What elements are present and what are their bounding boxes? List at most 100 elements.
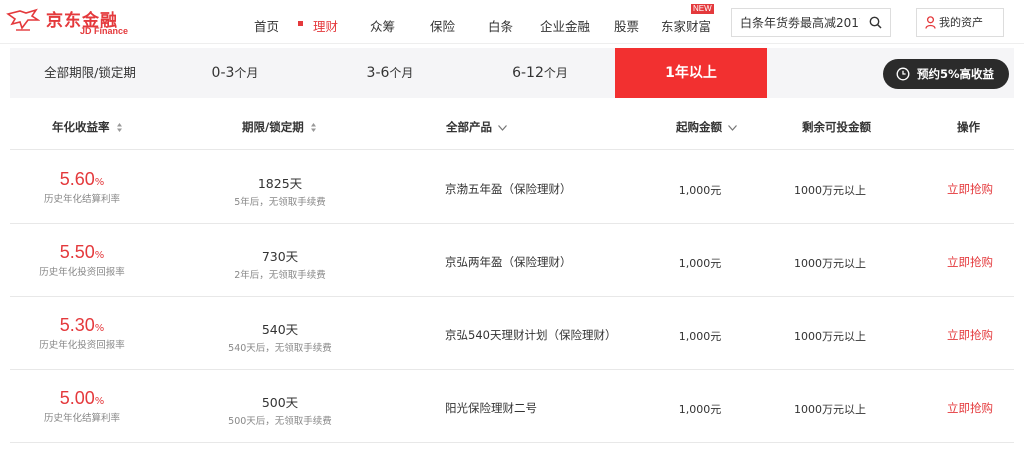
search-input[interactable]: [732, 9, 860, 36]
remaining-amount: 1000万元以上: [794, 184, 866, 197]
chevron-down-icon: [728, 124, 737, 131]
tab-label: 0-3: [211, 65, 235, 81]
remaining-amount: 1000万元以上: [794, 257, 866, 270]
table-row: 5.00% 历史年化结算利率 500天 500天后，无领取手续费 阳光保险理财二…: [10, 370, 1014, 443]
rate-unit: %: [94, 396, 105, 407]
user-icon: [925, 16, 936, 29]
my-assets-button[interactable]: 我的资产: [916, 8, 1004, 37]
buy-now-button[interactable]: 立即抢购: [935, 181, 1005, 197]
rate-cell: 5.60% 历史年化结算利率: [30, 169, 134, 205]
header-min-label: 起购金额: [676, 120, 722, 134]
table-row: 5.30% 历史年化投资回报率 540天 540天后，无领取手续费 京弘540天…: [10, 297, 1014, 370]
term-note: 540天后，无领取手续费: [228, 343, 332, 354]
my-assets-label: 我的资产: [939, 16, 983, 29]
rate-value: 5.50: [59, 242, 95, 262]
rate-cell: 5.30% 历史年化投资回报率: [30, 315, 134, 351]
nav-dongjia-label: 东家财富: [661, 19, 712, 34]
header-product-label: 全部产品: [446, 120, 492, 134]
sort-icon: [310, 123, 316, 132]
logo-subtext: JD Finance: [80, 26, 129, 36]
tab-unit: 个月: [543, 66, 568, 80]
nav-enterprise[interactable]: 企业金融: [540, 16, 590, 35]
rate-value: 5.30: [59, 315, 95, 335]
reserve-label: 预约5%高收益: [917, 67, 995, 81]
reserve-high-yield-button[interactable]: 预约5%高收益: [883, 59, 1009, 89]
chevron-down-icon: [498, 124, 507, 131]
header-product[interactable]: 全部产品: [446, 119, 507, 135]
term-filter-bar: 全部期限/锁定期 0-3个月 3-6个月 6-12个月 1年以上: [10, 48, 1014, 98]
buy-now-button[interactable]: 立即抢购: [935, 400, 1005, 416]
term-note: 500天后，无领取手续费: [228, 416, 332, 427]
tab-0-3-months[interactable]: 0-3个月: [190, 48, 280, 98]
tab-3-6-months[interactable]: 3-6个月: [340, 48, 440, 98]
term-days: 540天: [261, 322, 299, 337]
search-icon[interactable]: [869, 16, 882, 29]
term-days: 730天: [261, 249, 299, 264]
nav-licai-label: 理财: [313, 19, 339, 34]
rate-description: 历史年化投资回报率: [39, 340, 125, 351]
table-row: 5.60% 历史年化结算利率 1825天 5年后，无领取手续费 京渤五年盈（保险…: [10, 151, 1014, 224]
nav-dongjia-wealth[interactable]: 东家财富 NEW: [661, 4, 714, 35]
tab-label: 3-6: [366, 65, 390, 81]
remaining-amount: 1000万元以上: [794, 330, 866, 343]
tab-all-terms[interactable]: 全部期限/锁定期: [25, 48, 155, 98]
term-note: 5年后，无领取手续费: [234, 197, 326, 208]
top-header: 京东金融 JD Finance 首页 理财 众筹 保险 白条 企业金融 股票 东…: [0, 0, 1024, 44]
rate-description: 历史年化结算利率: [43, 194, 120, 205]
tab-over-1-year[interactable]: 1年以上: [615, 48, 767, 98]
buy-now-button[interactable]: 立即抢购: [935, 327, 1005, 343]
rate-unit: %: [94, 250, 105, 261]
term-days: 500天: [261, 395, 299, 410]
header-term[interactable]: 期限/锁定期: [242, 119, 316, 135]
min-amount: 1,000元: [678, 403, 722, 416]
nav-stocks[interactable]: 股票: [614, 16, 639, 35]
search-box: [731, 8, 891, 37]
table-header: 年化收益率 期限/锁定期 全部产品 起购金额 剩余可投金额 操作: [10, 102, 1014, 150]
rate-description: 历史年化投资回报率: [39, 267, 125, 278]
rate-unit: %: [94, 323, 105, 334]
min-amount: 1,000元: [678, 330, 722, 343]
table-row: 5.50% 历史年化投资回报率 730天 2年后，无领取手续费 京弘两年盈（保险…: [10, 224, 1014, 297]
header-rate[interactable]: 年化收益率: [52, 119, 122, 135]
tab-unit: 个月: [389, 66, 414, 80]
term-note: 2年后，无领取手续费: [234, 270, 326, 281]
new-badge: NEW: [691, 4, 714, 14]
term-days: 1825天: [257, 176, 303, 191]
jd-finance-logo[interactable]: 京东金融 JD Finance: [6, 6, 146, 38]
rate-value: 5.60: [59, 169, 95, 189]
buy-now-button[interactable]: 立即抢购: [935, 254, 1005, 270]
nav-baitiao[interactable]: 白条: [488, 16, 513, 35]
min-amount: 1,000元: [678, 184, 722, 197]
rate-cell: 5.00% 历史年化结算利率: [30, 388, 134, 424]
product-name[interactable]: 阳光保险理财二号: [445, 400, 537, 416]
product-name[interactable]: 京弘两年盈（保险理财）: [445, 254, 572, 270]
nav-insurance[interactable]: 保险: [430, 16, 455, 35]
rate-value: 5.00: [59, 388, 95, 408]
nav-home[interactable]: 首页: [254, 16, 279, 35]
header-action: 操作: [957, 120, 980, 134]
dog-logo-icon: [6, 8, 40, 31]
product-name[interactable]: 京弘540天理财计划（保险理财）: [445, 327, 616, 343]
nav-licai[interactable]: 理财: [298, 16, 339, 35]
term-cell: 500天 500天后，无领取手续费: [205, 392, 355, 427]
active-dot: [298, 21, 303, 26]
nav-crowdfunding[interactable]: 众筹: [370, 16, 395, 35]
tab-label: 6-12: [512, 65, 544, 81]
clock-icon: [896, 67, 910, 81]
term-cell: 730天 2年后，无领取手续费: [205, 246, 355, 281]
header-min-amount[interactable]: 起购金额: [676, 119, 737, 135]
header-term-label: 期限/锁定期: [242, 120, 304, 134]
rate-cell: 5.50% 历史年化投资回报率: [30, 242, 134, 278]
tab-6-12-months[interactable]: 6-12个月: [490, 48, 590, 98]
rate-description: 历史年化结算利率: [43, 413, 120, 424]
sort-icon: [116, 123, 122, 132]
term-cell: 540天 540天后，无领取手续费: [205, 319, 355, 354]
term-cell: 1825天 5年后，无领取手续费: [205, 173, 355, 208]
rate-unit: %: [94, 177, 105, 188]
page: 京东金融 JD Finance 首页 理财 众筹 保险 白条 企业金融 股票 东…: [0, 0, 1024, 453]
product-name[interactable]: 京渤五年盈（保险理财）: [445, 181, 572, 197]
header-rate-label: 年化收益率: [52, 120, 110, 134]
header-remaining: 剩余可投金额: [802, 120, 871, 134]
tab-unit: 个月: [234, 66, 259, 80]
min-amount: 1,000元: [678, 257, 722, 270]
